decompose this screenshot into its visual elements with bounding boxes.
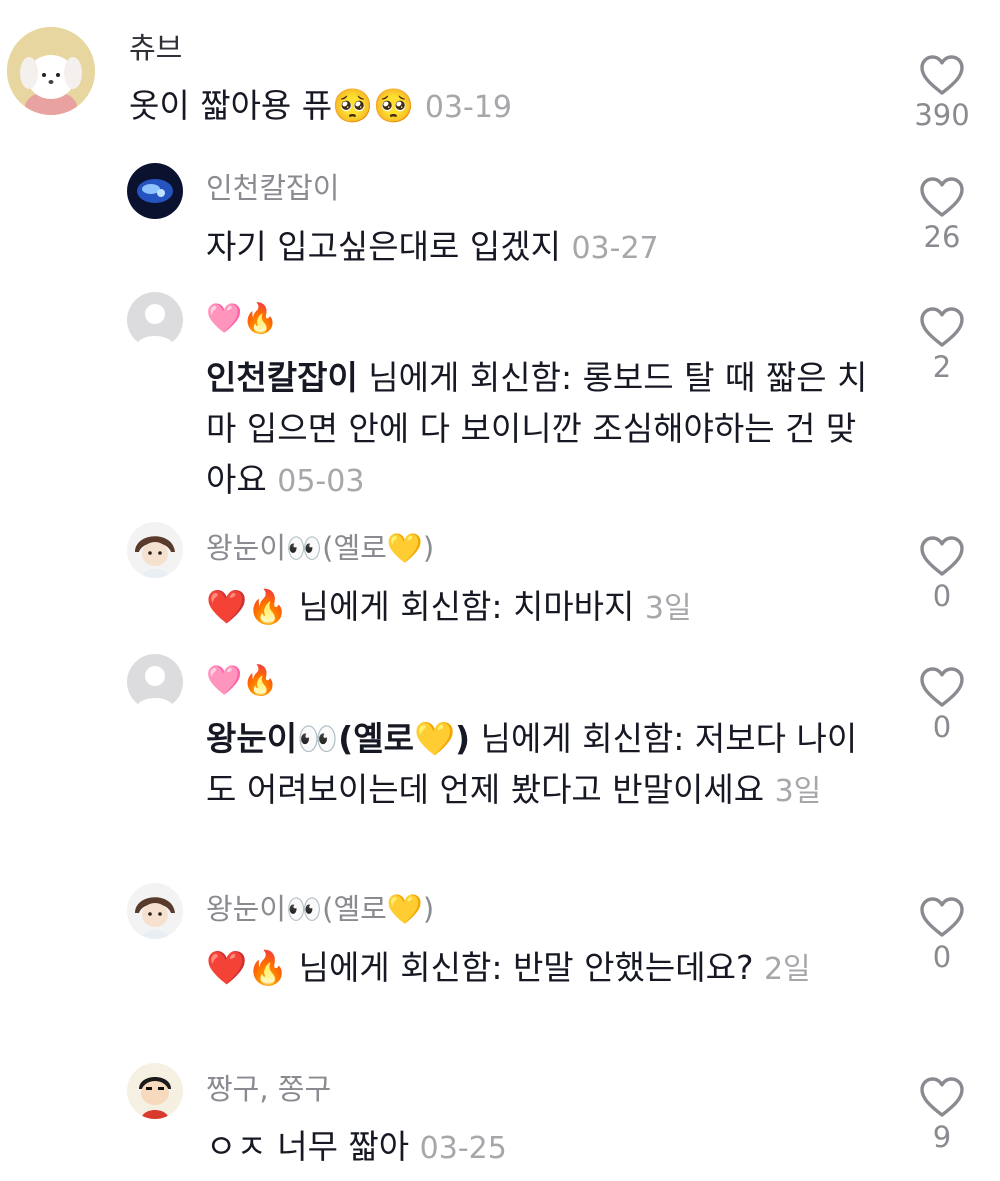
anime-girl-avatar-icon (127, 522, 183, 578)
comment-body: 치마바지 (512, 587, 635, 626)
like-button[interactable]: 9 (907, 1076, 977, 1154)
avatar[interactable] (127, 522, 183, 578)
comment-text: ❤️🔥 님에게 회신함: 반말 안했는데요? 2일 (206, 942, 856, 995)
avatar[interactable] (127, 163, 183, 219)
anime-girl-avatar-icon (127, 883, 183, 939)
username[interactable]: 왕눈이👀(옐로💛) (206, 530, 434, 566)
comment-text: ㅇㅈ 너무 짧아 03-25 (206, 1121, 886, 1174)
heart-outline-icon (920, 177, 964, 217)
comment-text: 옷이 짧아용 퓨🥺🥺 03-19 (129, 80, 889, 133)
like-count: 0 (932, 579, 952, 613)
comment-text: 인천칼잡이 님에게 회신함: 롱보드 탈 때 짧은 치마 입으면 안에 다 보이… (206, 352, 876, 507)
like-count: 9 (932, 1120, 952, 1154)
heart-outline-icon (920, 536, 964, 576)
reply-mention[interactable]: ❤️🔥 (206, 587, 288, 626)
like-count: 390 (914, 98, 970, 132)
heart-outline-icon (920, 307, 964, 347)
like-count: 26 (923, 220, 961, 254)
like-count: 0 (932, 940, 952, 974)
like-button[interactable]: 0 (907, 896, 977, 974)
username[interactable]: 왕눈이👀(옐로💛) (206, 891, 434, 927)
like-button[interactable]: 0 (907, 666, 977, 744)
reply-label: 님에게 회신함: (357, 358, 583, 397)
comment-date: 3일 (644, 591, 692, 626)
username[interactable]: 츄브 (129, 30, 182, 66)
like-button[interactable]: 0 (907, 535, 977, 613)
heart-outline-icon (920, 55, 964, 95)
comment-body: ㅇㅈ 너무 짧아 (206, 1127, 410, 1166)
comment-body: 옷이 짧아용 퓨🥺🥺 (129, 86, 415, 125)
reply-mention[interactable]: 인천칼잡이 (206, 358, 358, 397)
username[interactable]: 🩷🔥 (206, 662, 278, 698)
reply-mention[interactable]: 왕눈이👀(옐로💛) (206, 719, 470, 758)
comment-date: 05-03 (277, 464, 365, 499)
username[interactable]: 짱구, 쫑구 (206, 1071, 331, 1107)
comment-text: 자기 입고싶은대로 입겠지 03-27 (206, 221, 886, 274)
avatar[interactable] (127, 292, 183, 348)
comment-body: 자기 입고싶은대로 입겠지 (206, 227, 561, 266)
like-count: 0 (932, 710, 952, 744)
puppy-avatar-icon (7, 27, 95, 115)
comment-body: 반말 안했는데요? (512, 948, 754, 987)
reply-mention[interactable]: ❤️🔥 (206, 948, 288, 987)
comment-date: 03-25 (419, 1131, 507, 1166)
heart-outline-icon (920, 667, 964, 707)
comment-text: ❤️🔥 님에게 회신함: 치마바지 3일 (206, 581, 886, 634)
like-count: 2 (932, 350, 952, 384)
like-button[interactable]: 26 (907, 176, 977, 254)
reply-label: 님에게 회신함: (288, 587, 513, 626)
default-avatar-icon (127, 654, 183, 710)
shinchan-avatar-icon (127, 1063, 183, 1119)
comment-date: 2일 (763, 952, 811, 987)
comment-date: 03-27 (571, 231, 659, 266)
default-avatar-icon (127, 292, 183, 348)
reply-label: 님에게 회신함: (470, 719, 695, 758)
reply-label: 님에게 회신함: (288, 948, 513, 987)
like-button[interactable]: 2 (907, 306, 977, 384)
username[interactable]: 인천칼잡이 (206, 170, 339, 206)
avatar[interactable] (127, 654, 183, 710)
avatar[interactable] (7, 27, 95, 115)
heart-outline-icon (920, 1077, 964, 1117)
username[interactable]: 🩷🔥 (206, 300, 278, 336)
heart-outline-icon (920, 897, 964, 937)
comment-date: 03-19 (424, 90, 513, 125)
comment-date: 3일 (774, 774, 822, 809)
like-button[interactable]: 390 (907, 54, 977, 132)
avatar[interactable] (127, 883, 183, 939)
comment-text: 왕눈이👀(옐로💛) 님에게 회신함: 저보다 나이도 어려보이는데 언제 봤다고… (206, 713, 876, 817)
blue-hand-avatar-icon (127, 163, 183, 219)
avatar[interactable] (127, 1063, 183, 1119)
